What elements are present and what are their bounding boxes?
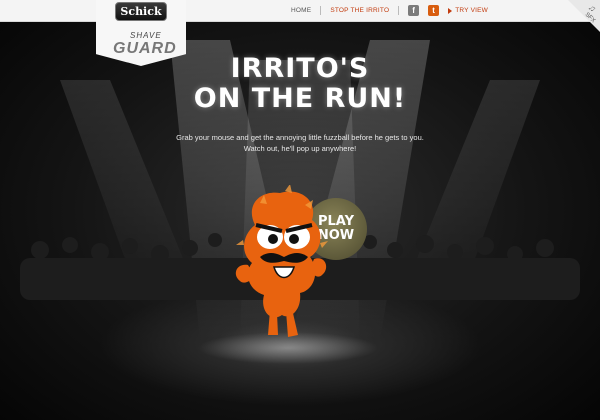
nav-stop-the-irrito-link[interactable]: STOP THE IRRITO (330, 7, 389, 14)
guard-text: GUARD (113, 40, 177, 57)
facebook-icon[interactable]: f (408, 5, 420, 16)
title-line-1: IRRITO'S (230, 53, 370, 84)
nav-divider (320, 6, 322, 15)
arrow-right-icon (448, 7, 453, 14)
instructions-line-2: Watch out, he'll pop up anywhere! (243, 144, 357, 153)
nav-home-link[interactable]: HOME (291, 7, 311, 14)
sound-toggle[interactable]: ♫ SFX (564, 0, 600, 36)
instructions-text: Grab your mouse and get the annoying lit… (0, 132, 600, 154)
irrito-fuzzball-character[interactable] (230, 185, 340, 345)
title-line-2: ON THE RUN! (193, 83, 407, 114)
shave-text: SHAVE (130, 31, 162, 40)
twitter-icon[interactable]: t (428, 5, 440, 16)
page-title: IRRITO'S ON THE RUN! (0, 54, 600, 114)
game-stage: IRRITO'S ON THE RUN! Grab your mouse and… (0, 0, 600, 420)
nav-links: HOME STOP THE IRRITO f t TRY VIEW (291, 5, 488, 16)
try-view-link[interactable]: TRY VIEW (448, 7, 488, 14)
top-navigation-bar: HOME STOP THE IRRITO f t TRY VIEW (0, 0, 600, 22)
try-view-label: TRY VIEW (455, 7, 488, 14)
schick-logo: Schick (115, 2, 167, 21)
nav-divider (398, 6, 400, 15)
instructions-line-1: Grab your mouse and get the annoying lit… (176, 133, 424, 142)
brand-badge[interactable]: Schick SHAVE GUARD (96, 0, 186, 66)
